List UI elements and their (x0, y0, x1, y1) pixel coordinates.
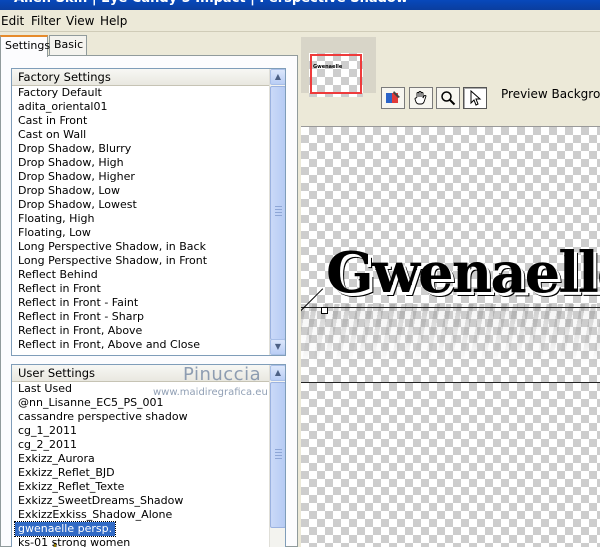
preview-pane: Gwenaelle Preview Background Gwenaelle (300, 35, 600, 547)
factory-settings-list[interactable]: Factory Settings Factory Default adita_o… (11, 68, 286, 356)
preview-canvas[interactable]: Gwenaelle (301, 126, 600, 547)
list-item[interactable]: Drop Shadow, Blurry (18, 142, 285, 156)
list-item[interactable]: Reflect in Front - Sharp (18, 310, 285, 324)
preview-toggle-button[interactable] (381, 87, 405, 109)
navigator-viewport-frame[interactable] (310, 54, 362, 94)
list-item[interactable]: Long Perspective Shadow, in Front (18, 254, 285, 268)
window-title: Alien Skin | Eye Candy 5 Impact | Perspe… (0, 0, 600, 10)
list-item[interactable]: Floating, Low (18, 226, 285, 240)
list-item[interactable]: @nn_Lisanne_EC5_PS_001 (18, 396, 285, 410)
list-item[interactable]: cassandre perspective shadow (18, 410, 285, 424)
zoom-tool-button[interactable] (436, 87, 460, 109)
list-item[interactable]: cg_1_2011 (18, 424, 285, 438)
preview-toggle-icon (386, 91, 400, 103)
list-item[interactable]: Cast on Wall (18, 128, 285, 142)
factory-settings-header: Factory Settings (12, 69, 269, 86)
menu-view[interactable]: View (66, 14, 94, 28)
zoom-icon (441, 91, 456, 106)
list-item[interactable]: Drop Shadow, High (18, 156, 285, 170)
list-item[interactable]: Exkizz_SweetDreams_Shadow (18, 494, 285, 508)
watermark-name: Pinuccia (183, 364, 262, 385)
factory-settings-items: Factory Default adita_oriental01 Cast in… (12, 86, 285, 352)
list-item[interactable]: Drop Shadow, Lowest (18, 198, 285, 212)
perspective-handle[interactable] (321, 307, 328, 314)
scroll-up-button[interactable]: ▲ (270, 365, 285, 381)
list-item[interactable]: Reflect Behind (18, 268, 285, 282)
list-item[interactable]: Cast in Front (18, 114, 285, 128)
horizon-guide[interactable] (301, 382, 600, 383)
list-item[interactable]: Long Perspective Shadow, in Back (18, 240, 285, 254)
hand-tool-button[interactable] (409, 87, 433, 109)
settings-panel: Factory Settings Factory Default adita_o… (0, 55, 298, 547)
hand-icon (414, 91, 427, 105)
scroll-up-button[interactable]: ▲ (270, 69, 285, 85)
list-item[interactable]: ExkizzExkiss_Shadow_Alone (18, 508, 285, 522)
user-settings-items: Last Used @nn_Lisanne_EC5_PS_001 cassand… (12, 382, 285, 547)
tab-settings[interactable]: Settings (0, 35, 50, 57)
baseline-guide (301, 307, 600, 308)
factory-list-scrollbar[interactable]: ▲ ▼ (269, 69, 285, 355)
list-item[interactable]: Exkizz_Reflet_BJD (18, 466, 285, 480)
menu-help[interactable]: Help (100, 14, 127, 28)
list-item[interactable]: adita_oriental01 (18, 100, 285, 114)
pointer-icon (470, 90, 482, 106)
list-item[interactable]: Reflect in Front, Above (18, 324, 285, 338)
list-item-selected[interactable]: gwenaelle persp. (13, 521, 117, 537)
menu-bar: Edit Filter View Help (0, 10, 600, 32)
hand-cursor-icon (53, 543, 57, 547)
preview-text: Gwenaelle (326, 240, 600, 306)
list-item[interactable]: Reflect in Front, Above and Close (18, 338, 285, 352)
list-item[interactable]: Factory Default (18, 86, 285, 100)
preview-background-label[interactable]: Preview Background (501, 87, 600, 101)
list-item[interactable]: Reflect in Front (18, 282, 285, 296)
list-item[interactable]: cg_2_2011 (18, 438, 285, 452)
scroll-down-button[interactable]: ▼ (270, 339, 285, 355)
list-item[interactable]: Exkizz_Aurora (18, 452, 285, 466)
navigator-thumb-text: Gwenaelle (313, 64, 343, 70)
list-item[interactable]: Drop Shadow, Low (18, 184, 285, 198)
scroll-thumb[interactable] (270, 86, 285, 340)
navigator-panel[interactable]: Gwenaelle (301, 37, 376, 97)
perspective-shadow (301, 304, 600, 364)
scroll-thumb[interactable] (270, 382, 285, 528)
user-list-scrollbar[interactable]: ▲ (269, 365, 285, 547)
list-item[interactable]: Reflect in Front - Faint (18, 296, 285, 310)
pointer-tool-button[interactable] (463, 87, 487, 109)
list-item[interactable]: Drop Shadow, Higher (18, 170, 285, 184)
menu-edit[interactable]: Edit (1, 14, 24, 28)
list-item[interactable]: Floating, High (18, 212, 285, 226)
tab-basic[interactable]: Basic (49, 35, 87, 55)
menu-filter[interactable]: Filter (31, 14, 61, 28)
watermark-url: www.maidiregrafica.eu (153, 387, 268, 398)
list-item[interactable]: Exkizz_Reflet_Texte (18, 480, 285, 494)
